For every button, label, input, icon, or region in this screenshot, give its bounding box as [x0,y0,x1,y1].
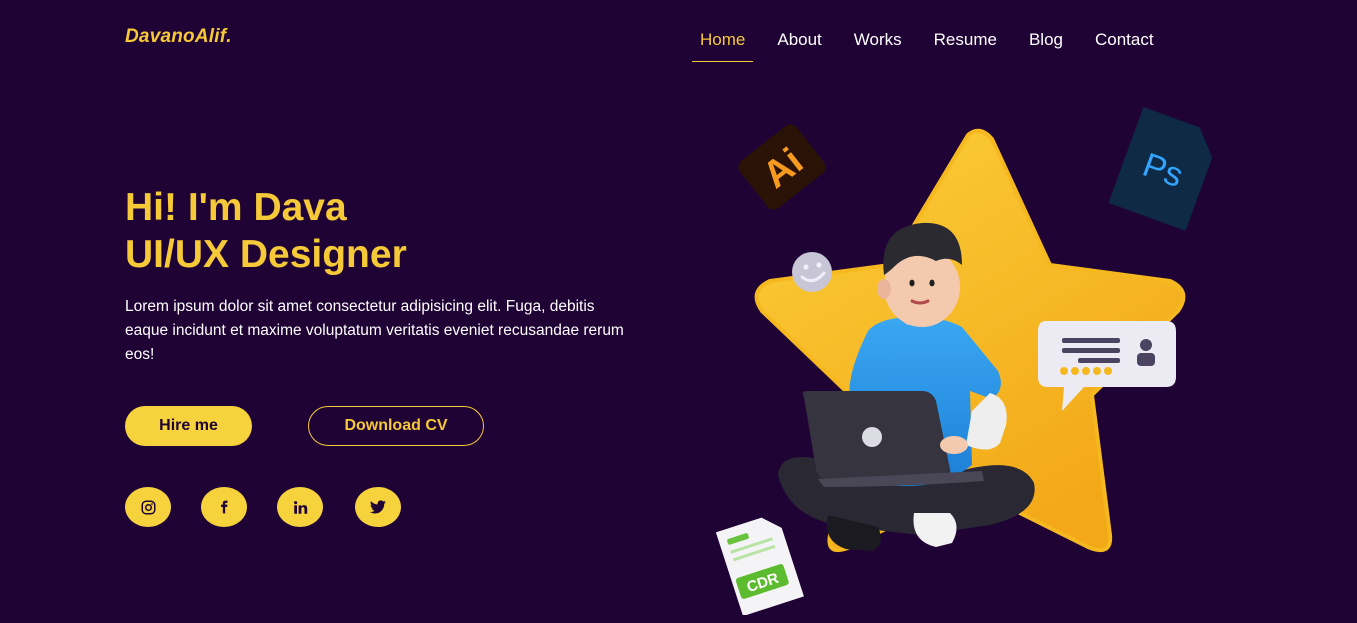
smiley-icon [792,252,832,292]
linkedin-icon [293,500,307,514]
twitter-icon [370,500,386,514]
hero-title: Hi! I'm Dava UI/UX Designer [125,184,407,278]
nav-home[interactable]: Home [692,30,754,62]
brand-logo[interactable]: DavanoAlif. [125,26,232,48]
facebook-icon [221,500,228,514]
main-nav: Home About Works Resume Blog Contact [692,30,1178,62]
nav-blog[interactable]: Blog [1021,30,1071,62]
instagram-link[interactable] [125,487,171,527]
nav-about[interactable]: About [769,30,829,62]
twitter-link[interactable] [355,487,401,527]
hire-me-button[interactable]: Hire me [125,406,252,446]
nav-contact[interactable]: Contact [1087,30,1162,62]
instagram-icon [141,500,155,514]
download-cv-button[interactable]: Download CV [308,406,484,446]
cdr-file-icon: CDR [715,517,804,615]
illustrator-icon: Ai [738,124,826,210]
linkedin-link[interactable] [277,487,323,527]
hero-title-line1: Hi! I'm Dava [125,186,347,229]
facebook-link[interactable] [201,487,247,527]
hero-title-line2: UI/UX Designer [125,233,407,276]
hero-description: Lorem ipsum dolor sit amet consectetur a… [125,298,624,363]
nav-works[interactable]: Works [846,30,910,62]
nav-resume[interactable]: Resume [926,30,1005,62]
photoshop-icon: Ps [1108,107,1213,231]
hero-illustration: Ai Ps CDR [715,107,1213,615]
